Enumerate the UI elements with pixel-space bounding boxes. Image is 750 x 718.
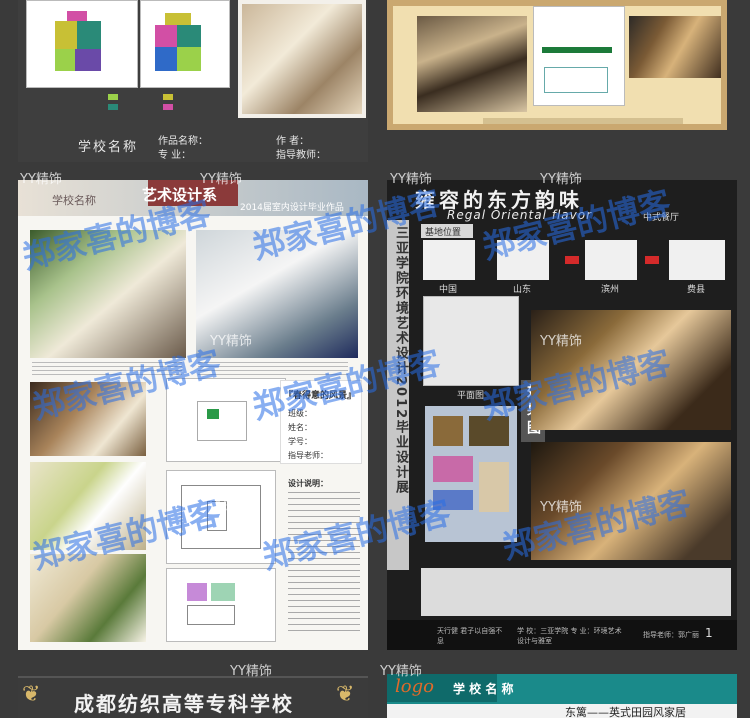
- plan-label: 平面图: [457, 391, 485, 401]
- arrow-icon-1: [565, 256, 579, 264]
- design-text: [288, 492, 360, 632]
- subtitle: 2014届室内设计毕业作品: [240, 203, 344, 213]
- dining-room-render: [238, 0, 366, 118]
- poster-title-en: Regal Oriental flavor: [447, 208, 593, 222]
- city-map: [585, 240, 637, 280]
- map-label-4: 费县: [687, 285, 706, 295]
- elevation-plan: [166, 378, 286, 462]
- living-room-render-2: [30, 462, 146, 550]
- floor-plan-main: [166, 470, 276, 564]
- caption-bar: [483, 118, 683, 124]
- living-room-render: [30, 230, 186, 358]
- yy-watermark-2: YY精饰: [200, 172, 242, 187]
- major-label: 专 业：: [158, 150, 192, 161]
- map-label-1: 中国: [439, 285, 458, 295]
- info-title: 『春得意的风景』: [284, 391, 357, 401]
- interior-render-2: [629, 16, 721, 78]
- base-label: 基地位置: [425, 228, 462, 238]
- yy-watermark-6: YY精饰: [540, 334, 582, 349]
- floor-plan-2: [140, 0, 230, 88]
- poster-mid-left: 学校名称 艺术设计系 2014届室内设计毕业作品 『春得意的风景』 班级： 姓名…: [18, 180, 368, 650]
- yy-watermark-9: YY精饰: [380, 664, 422, 679]
- art-title: 艺术设计系: [142, 186, 218, 204]
- color-plan: [425, 406, 517, 542]
- yy-watermark-3: YY精饰: [390, 172, 432, 187]
- poster-bottom-left: ❦ 成都纺织高等专科学校 ❦: [18, 676, 368, 718]
- work-name-label: 作品名称：: [158, 136, 208, 147]
- poster-title-tag: 中式餐厅: [643, 213, 680, 223]
- author-label: 作 者：: [276, 136, 310, 147]
- school-name-label: 学校名称: [78, 140, 139, 155]
- arrow-icon-2: [645, 256, 659, 264]
- map-label-3: 滨州: [601, 285, 620, 295]
- footer-mid: 学 校：三亚学院 专 业：环境艺术设计与雅室: [517, 627, 622, 645]
- poster-top-right: [387, 0, 727, 130]
- map-label-2: 山东: [513, 285, 532, 295]
- logo-text: logo: [395, 676, 434, 697]
- kitchen-render: [30, 554, 146, 642]
- county-map: [669, 240, 725, 280]
- design-label: 设计说明：: [288, 479, 328, 488]
- site-plan: [423, 296, 519, 386]
- poster-top-left: 学校名称 作品名称： 专 业： 作 者： 指导教师：: [18, 0, 368, 162]
- legend-strip: [108, 90, 228, 118]
- floor-plan-1: [26, 0, 138, 88]
- yy-watermark-1: YY精饰: [20, 172, 62, 187]
- province-map: [497, 240, 549, 280]
- yy-watermark-7: YY精饰: [210, 500, 252, 515]
- elevation-strip: [421, 568, 731, 616]
- yy-watermark-8: YY精饰: [540, 500, 582, 515]
- caption-text-1: [32, 362, 182, 376]
- page-number: 1: [705, 626, 713, 640]
- footer-left: 天行健 君子以自强不息: [437, 627, 503, 645]
- bottom-right-subtitle: 东篱——英式田园风家居: [565, 706, 686, 718]
- bottom-left-title: 成都纺织高等专科学校: [74, 692, 294, 716]
- footer-right: 指导老师：郭广丽: [643, 631, 699, 639]
- bedroom-render: [30, 382, 146, 456]
- bottom-right-school: 学 校 名 称: [453, 682, 514, 696]
- id-label: 学号：: [288, 437, 312, 446]
- vertical-title: 三亚学院环境艺术设计2012毕业设计展: [393, 226, 408, 496]
- poster-bottom-right: logo 学 校 名 称 东篱——英式田园风家居: [387, 674, 737, 718]
- advisor-label: 指导老师：: [288, 451, 328, 460]
- elevation-drawing: [533, 6, 625, 106]
- yy-watermark-10: YY精饰: [230, 664, 272, 679]
- yy-watermark-4: YY精饰: [540, 172, 582, 187]
- ornament-left-icon: ❦: [22, 682, 41, 707]
- name-label: 姓名：: [288, 423, 312, 432]
- interior-render-1: [417, 16, 527, 112]
- class-label: 班级：: [288, 409, 312, 418]
- poster-mid-right: 雍容的东方韵味 Regal Oriental flavor 中式餐厅 基地位置 …: [387, 180, 737, 650]
- china-map: [423, 240, 475, 280]
- floor-plan-colored: [166, 568, 276, 642]
- advisor-label: 指导教师：: [276, 150, 326, 161]
- yy-watermark-5: YY精饰: [210, 334, 252, 349]
- restaurant-render-1: [531, 310, 731, 430]
- caption-text-2: [198, 362, 348, 376]
- school-name: 学校名称: [52, 194, 96, 207]
- ornament-right-icon: ❦: [336, 682, 355, 707]
